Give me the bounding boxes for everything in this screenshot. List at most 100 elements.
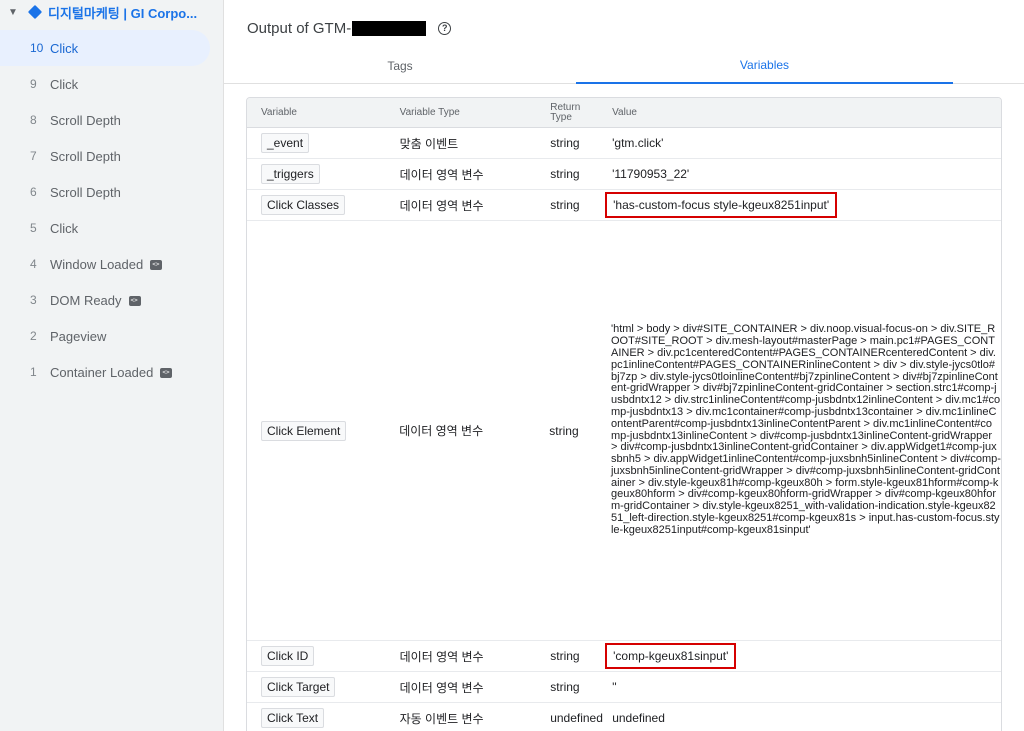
value-text: '' (612, 680, 617, 694)
cell-return-type: string (550, 136, 580, 150)
header-value: Value (612, 107, 637, 118)
cell-variable-type: 데이터 영역 변수 (399, 680, 484, 695)
page-title: Output of GTM- (247, 19, 352, 37)
variable-chip[interactable]: Click Text (261, 708, 325, 728)
table-row: Click Target 데이터 영역 변수 string '' (247, 672, 1001, 703)
table-row: Click Element 데이터 영역 변수 string 'html > body… (247, 221, 1001, 641)
cell-return-type: string (550, 198, 580, 212)
cell-variable: Click Target (247, 677, 386, 697)
table-row: _event 맞춤 이벤트 string 'gtm.click' (247, 128, 1001, 159)
variable-chip[interactable]: Click Classes (261, 195, 346, 215)
event-item[interactable]: 4 Window Loaded (0, 246, 210, 282)
cell-variable-type: 데이터 영역 변수 (399, 198, 484, 213)
cell-value: 'has-custom-focus style-kgeux8251input' (598, 192, 1001, 218)
table-header: Variable Variable Type Return Type Value (247, 98, 1001, 128)
event-list: 10 Click 9 Click 8 Scroll Depth 7 Scroll Depth 6… (0, 30, 223, 390)
event-label: Scroll Depth (50, 184, 121, 200)
event-label: Scroll Depth (50, 112, 121, 128)
cell-variable: Click Element (247, 420, 385, 441)
cell-value: undefined (598, 709, 1001, 727)
cell-variable: Click Text (247, 708, 386, 728)
cell-variable-type: 데이터 영역 변수 (399, 424, 484, 438)
event-number: 5 (30, 221, 37, 235)
event-item[interactable]: 3 DOM Ready (0, 282, 210, 318)
event-item[interactable]: 1 Container Loaded (0, 354, 210, 390)
value-text: '11790953_22' (612, 167, 690, 181)
cell-return-type: string (550, 649, 580, 663)
redacted-container-id (352, 20, 427, 36)
event-item[interactable]: 5 Click (0, 210, 210, 246)
cell-variable: Click Classes (247, 195, 386, 215)
main-panel: Output of GTM- ? Tags Variables Variable… (224, 0, 1024, 731)
event-number: 4 (30, 257, 37, 271)
cell-return-type: string (549, 423, 579, 438)
tab-bar: Tags Variables (224, 48, 1024, 84)
table-row: Click ID 데이터 영역 변수 string 'comp-kgeux81sinp… (247, 641, 1001, 672)
cell-return-type: undefined (550, 711, 603, 725)
event-item[interactable]: 10 Click (0, 30, 210, 66)
cell-variable-type: 데이터 영역 변수 (399, 167, 484, 182)
event-number: 3 (30, 293, 37, 307)
variable-chip[interactable]: Click ID (261, 646, 315, 666)
container-header[interactable]: ▼ 디지털마케팅 | GI Corpo... (0, 0, 223, 24)
cell-variable: _triggers (247, 164, 386, 184)
event-number: 9 (30, 77, 37, 91)
variable-chip[interactable]: Click Element (261, 420, 347, 441)
sidebar: ▼ 디지털마케팅 | GI Corpo... 10 Click 9 Click 8 Scr… (0, 0, 224, 731)
code-icon (160, 368, 173, 378)
cell-return-type: string (550, 680, 580, 694)
variable-chip[interactable]: _event (261, 133, 310, 153)
cell-value: 'html > body > div#SITE_CONTAINER > div.… (597, 320, 1001, 540)
highlighted-value: 'has-custom-focus style-kgeux8251input' (605, 192, 838, 218)
help-icon[interactable]: ? (438, 21, 452, 35)
event-label: Scroll Depth (50, 148, 121, 164)
cell-variable: Click ID (247, 646, 386, 666)
event-number: 10 (30, 41, 44, 55)
event-number: 1 (30, 365, 37, 379)
cell-variable-type: 맞춤 이벤트 (399, 136, 459, 151)
event-item[interactable]: 6 Scroll Depth (0, 174, 210, 210)
value-text: undefined (612, 711, 665, 725)
cell-value: '11790953_22' (598, 165, 1001, 183)
header-variable-type: Variable Type (399, 107, 460, 118)
variable-chip[interactable]: _triggers (261, 164, 320, 184)
header-variable: Variable (261, 107, 297, 118)
table-body: _event 맞춤 이벤트 string 'gtm.click' _triggers 데이… (247, 128, 1001, 731)
container-name[interactable]: 디지털마케팅 | GI Corpo... (48, 3, 218, 22)
event-label: Click (50, 76, 79, 92)
highlighted-value: 'comp-kgeux81sinput' (605, 643, 737, 669)
event-item[interactable]: 7 Scroll Depth (0, 138, 210, 174)
event-number: 2 (30, 329, 37, 343)
container-diamond-icon (27, 4, 43, 20)
table-row: Click Text 자동 이벤트 변수 undefined undefined (247, 703, 1001, 731)
cell-variable-type: 자동 이벤트 변수 (399, 711, 484, 726)
variables-table: Variable Variable Type Return Type Value… (246, 97, 1002, 731)
table-row: Click Classes 데이터 영역 변수 string 'has-custom-… (247, 190, 1001, 221)
caret-down-icon[interactable]: ▼ (8, 7, 20, 18)
event-label: Click (50, 220, 79, 236)
tab-variables[interactable]: Variables (576, 48, 953, 84)
event-label: Container Loaded (50, 364, 154, 380)
header-return-type: Return Type (550, 101, 581, 123)
event-number: 7 (30, 149, 37, 163)
tab-tags[interactable]: Tags (224, 48, 576, 84)
event-item[interactable]: 2 Pageview (0, 318, 210, 354)
cell-value: 'comp-kgeux81sinput' (598, 643, 1001, 669)
cell-variable: _event (247, 133, 386, 153)
event-label: DOM Ready (50, 292, 122, 308)
cell-value: '' (598, 678, 1001, 696)
value-text: 'html > body > div#SITE_CONTAINER > div.… (610, 323, 1001, 536)
cell-return-type: string (550, 167, 580, 181)
value-text: 'gtm.click' (612, 136, 664, 150)
code-icon (128, 296, 141, 306)
event-label: Window Loaded (50, 256, 144, 272)
variable-chip[interactable]: Click Target (261, 677, 336, 697)
event-label: Click (50, 40, 79, 56)
cell-value: 'gtm.click' (598, 134, 1001, 152)
table-row: _triggers 데이터 영역 변수 string '11790953_22' (247, 159, 1001, 190)
event-item[interactable]: 8 Scroll Depth (0, 102, 210, 138)
event-number: 6 (30, 185, 37, 199)
event-item[interactable]: 9 Click (0, 66, 210, 102)
cell-variable-type: 데이터 영역 변수 (399, 649, 484, 664)
event-number: 8 (30, 113, 37, 127)
